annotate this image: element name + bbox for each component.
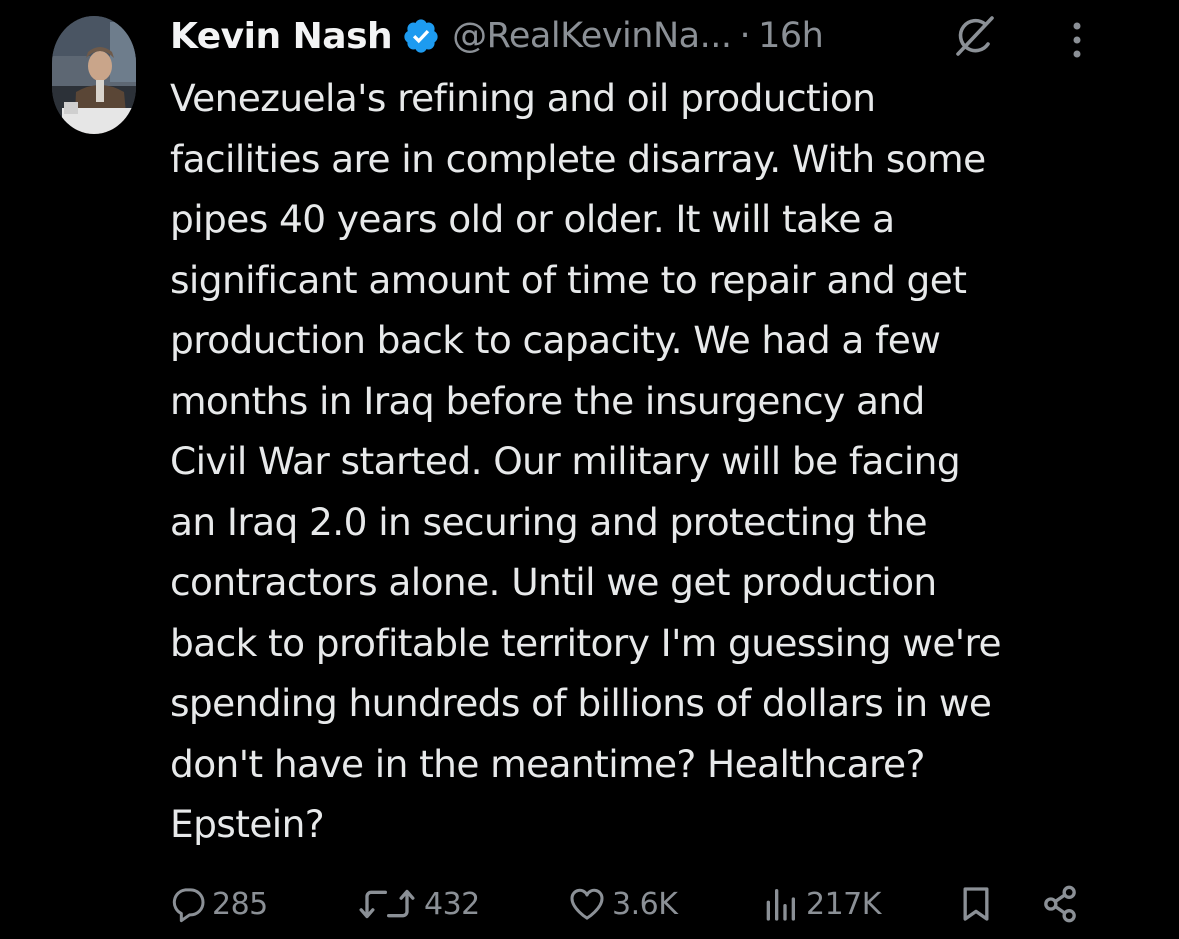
reply-icon — [172, 888, 205, 923]
bookmark-button[interactable] — [956, 874, 996, 934]
grok-icon[interactable] — [952, 14, 996, 58]
repost-count: 432 — [424, 886, 480, 922]
more-options-icon[interactable] — [1064, 20, 1090, 60]
like-count: 3.6K — [612, 886, 678, 922]
tweet[interactable]: Kevin Nash @RealKevinNa... · 16h Venezue… — [0, 0, 1179, 939]
tweet-actions: 285 432 3.6K 217K — [0, 874, 1179, 934]
like-button[interactable]: 3.6K — [566, 874, 678, 934]
repost-icon — [359, 889, 415, 919]
bookmark-icon — [963, 887, 989, 921]
avatar[interactable] — [52, 16, 136, 134]
tweet-text: Venezuela's refining and oil production … — [170, 76, 1002, 846]
share-button[interactable] — [1040, 874, 1080, 934]
share-icon — [1044, 885, 1076, 923]
repost-button[interactable]: 432 — [354, 874, 480, 934]
views-button[interactable]: 217K — [758, 874, 881, 934]
reply-button[interactable]: 285 — [168, 874, 268, 934]
author-name[interactable]: Kevin Nash — [170, 16, 393, 57]
timestamp[interactable]: 16h — [758, 16, 824, 56]
views-chart-icon — [766, 889, 795, 921]
heart-icon — [570, 888, 604, 920]
reply-count: 285 — [212, 886, 268, 922]
view-count: 217K — [806, 886, 881, 922]
tweet-header: Kevin Nash @RealKevinNa... · 16h — [170, 6, 824, 66]
separator-dot: · — [739, 16, 751, 56]
author-handle[interactable]: @RealKevinNa... — [452, 16, 732, 56]
verified-badge-icon — [404, 19, 438, 53]
